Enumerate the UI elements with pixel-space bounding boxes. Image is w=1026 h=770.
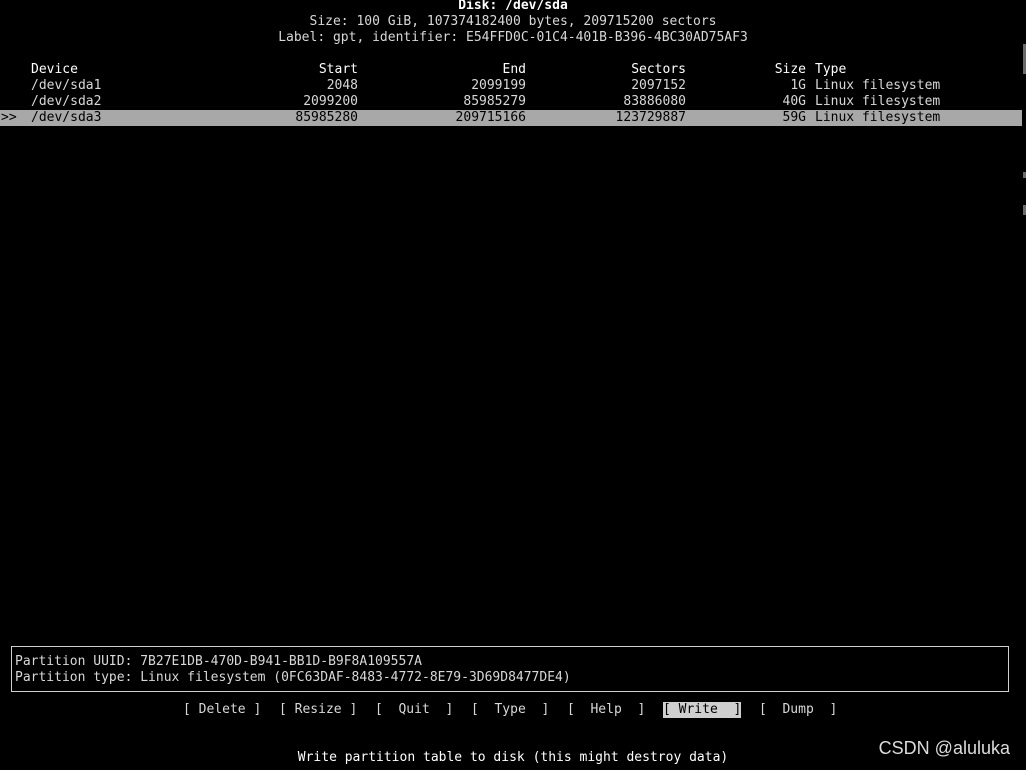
partition-start: 85985280: [295, 110, 358, 125]
partition-device: /dev/sda2: [31, 94, 102, 109]
partition-row-sda3[interactable]: >> /dev/sda3 85985280 209715166 12372988…: [0, 110, 1022, 126]
partition-row-sda1[interactable]: /dev/sda1 2048 2099199 2097152 1G Linux …: [0, 78, 1022, 94]
partition-size: 59G: [782, 110, 806, 125]
column-type: Type: [815, 62, 847, 77]
selection-pointer: >>: [1, 110, 17, 125]
disk-title: Disk: /dev/sda: [458, 0, 568, 13]
partition-info-box: Partition UUID: 7B27E1DB-470D-B941-BB1D-…: [11, 646, 1009, 692]
partition-type-detail: Partition type: Linux filesystem (0FC63D…: [15, 670, 571, 685]
partition-end: 85985279: [463, 94, 526, 109]
partition-row-sda2[interactable]: /dev/sda2 2099200 85985279 83886080 40G …: [0, 94, 1022, 110]
column-start: Start: [318, 62, 358, 77]
dump-button[interactable]: [ Dump ]: [759, 702, 837, 718]
delete-button[interactable]: [ Delete ]: [183, 702, 261, 718]
write-button[interactable]: [ Write ]: [663, 702, 742, 718]
watermark: CSDN @aluluka: [878, 738, 1010, 758]
partition-end: 2099199: [471, 78, 526, 93]
cfdisk-screen: Disk: /dev/sda Size: 100 GiB, 1073741824…: [0, 0, 1026, 770]
partition-start: 2099200: [303, 94, 358, 109]
column-end: End: [502, 62, 526, 77]
action-menu: [ Delete ] [ Resize ] [ Quit ] [ Type ] …: [0, 702, 1026, 718]
partition-sectors: 83886080: [623, 94, 686, 109]
column-sectors: Sectors: [631, 62, 686, 77]
partition-table-header: Device Start End Sectors Size Type: [0, 62, 1022, 78]
resize-button[interactable]: [ Resize ]: [279, 702, 357, 718]
partition-start: 2048: [326, 78, 358, 93]
partition-size: 1G: [790, 78, 806, 93]
partition-type: Linux filesystem: [815, 110, 941, 125]
partition-device: /dev/sda1: [31, 78, 102, 93]
action-hint: Write partition table to disk (this migh…: [297, 750, 729, 765]
partition-device: /dev/sda3: [31, 110, 102, 125]
partition-type: Linux filesystem: [815, 78, 941, 93]
partition-end: 209715166: [455, 110, 526, 125]
quit-button[interactable]: [ Quit ]: [375, 702, 453, 718]
column-device: Device: [31, 62, 78, 77]
column-size: Size: [774, 62, 806, 77]
partition-sectors: 2097152: [631, 78, 686, 93]
partition-sectors: 123729887: [615, 110, 686, 125]
type-button[interactable]: [ Type ]: [471, 702, 549, 718]
disk-label-line: Label: gpt, identifier: E54FFD0C-01C4-40…: [278, 30, 748, 45]
partition-type: Linux filesystem: [815, 94, 941, 109]
help-button[interactable]: [ Help ]: [567, 702, 645, 718]
partition-uuid: Partition UUID: 7B27E1DB-470D-B941-BB1D-…: [15, 654, 422, 669]
partition-size: 40G: [782, 94, 806, 109]
disk-size-line: Size: 100 GiB, 107374182400 bytes, 20971…: [309, 14, 717, 29]
